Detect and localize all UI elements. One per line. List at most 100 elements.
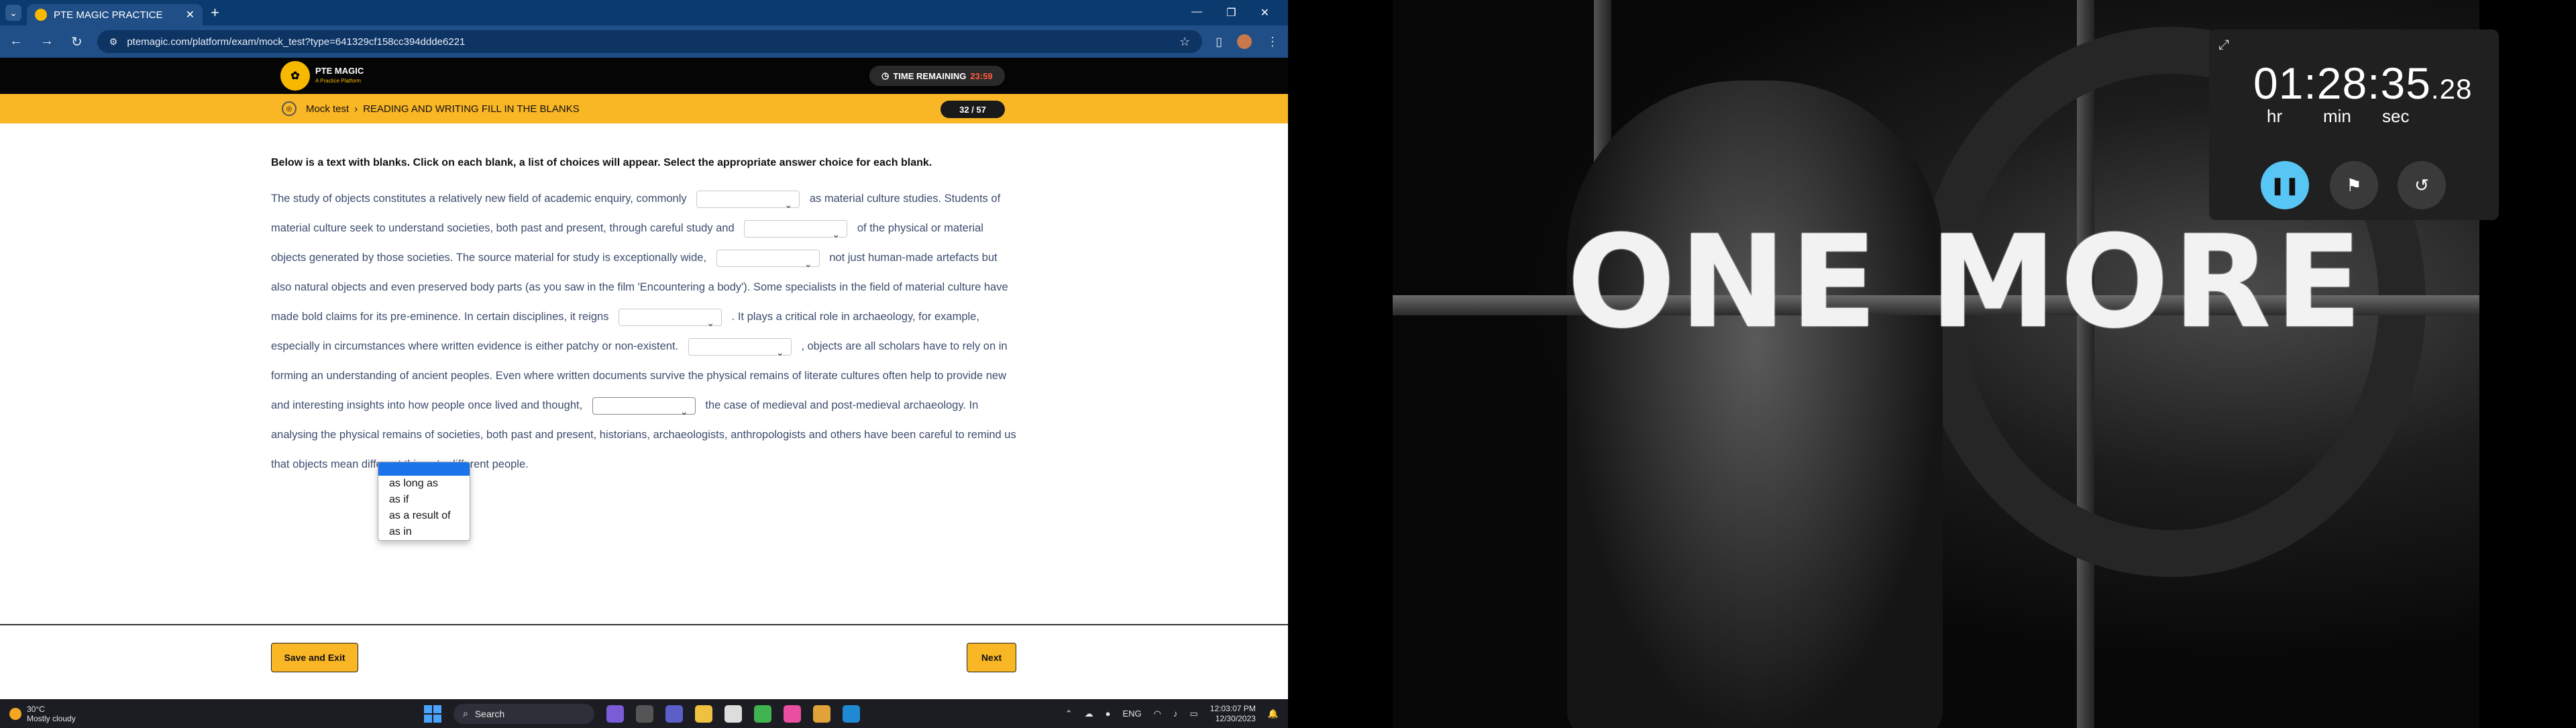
search-label: Search (474, 708, 505, 719)
weather-widget[interactable]: 30°C Mostly cloudy (0, 705, 76, 723)
taskbar: 30°C Mostly cloudy ⌕ Search ⌃ ☁ ● ENG ◠ … (0, 699, 1288, 728)
chevron-up-icon[interactable]: ⌃ (1065, 709, 1073, 719)
compact-view-icon[interactable]: ⤢ (2218, 38, 2229, 53)
site-logo[interactable]: ✿ PTE MAGIC A Practice Platform (280, 61, 364, 91)
reload-icon[interactable]: ↻ (71, 34, 83, 50)
breadcrumb-root[interactable]: Mock test (306, 103, 349, 115)
stopwatch-ms: .28 (2430, 73, 2473, 105)
lifter-silhouette (1567, 81, 1943, 728)
timer-label: TIME REMAINING (893, 70, 967, 81)
system-time: 12:03:07 PM (1210, 703, 1256, 713)
weather-icon (9, 707, 21, 720)
new-tab-icon[interactable]: + (211, 4, 219, 21)
tab-title: PTE MAGIC PRACTICE (54, 9, 163, 21)
favicon-icon (35, 9, 47, 21)
vscode-icon[interactable] (843, 705, 860, 723)
app-icon[interactable] (724, 705, 742, 723)
site-header: ✿ PTE MAGIC A Practice Platform ◷ TIME R… (0, 58, 1288, 94)
clock-icon: ◷ (881, 70, 890, 81)
copilot-icon[interactable] (606, 705, 624, 723)
chrome-canary-icon[interactable] (813, 705, 830, 723)
logo-subtitle: A Practice Platform (315, 78, 362, 84)
search-icon: ⌕ (463, 708, 468, 719)
address-bar-row: ← → ↻ ⚙ ptemagic.com/platform/exam/mock_… (0, 25, 1288, 58)
window-close-icon[interactable]: ✕ (1260, 6, 1269, 19)
breadcrumb-section: READING AND WRITING FILL IN THE BLANKS (363, 103, 580, 115)
breadcrumb: ◎ Mock test › READING AND WRITING FILL I… (0, 94, 1288, 123)
windows-start-icon[interactable] (424, 705, 441, 723)
pause-button[interactable]: ❚❚ (2261, 161, 2309, 209)
blank-select-5[interactable] (688, 337, 792, 367)
blank-select-3[interactable] (716, 249, 820, 278)
dropdown-option[interactable]: as long as (378, 476, 470, 492)
tab-search-icon[interactable]: ⌄ (5, 5, 21, 21)
teams-icon[interactable] (665, 705, 683, 723)
unit-hr: hr (2267, 106, 2283, 126)
file-explorer-icon[interactable] (695, 705, 712, 723)
blank-select-2[interactable] (744, 219, 848, 249)
menu-icon[interactable]: ⋮ (1267, 35, 1279, 49)
blank-dropdown-list[interactable]: as long as as if as a result of as in (378, 462, 470, 541)
url-text: ptemagic.com/platform/exam/mock_test?typ… (127, 36, 466, 48)
onedrive-icon[interactable]: ☁ (1085, 709, 1093, 719)
battery-icon[interactable]: ▭ (1189, 709, 1197, 719)
reset-icon: ↺ (2414, 174, 2429, 195)
volume-icon[interactable]: ♪ (1173, 709, 1178, 719)
system-clock[interactable]: 12:03:07 PM 12/30/2023 (1210, 704, 1256, 724)
footer-divider (0, 624, 1288, 625)
minimize-icon[interactable]: — (1191, 6, 1202, 19)
passage-segment: The study of objects constitutes a relat… (271, 193, 687, 205)
chevron-right-icon: › (354, 103, 358, 115)
dropdown-option[interactable]: as a result of (378, 508, 470, 524)
dropdown-empty-option[interactable] (378, 462, 470, 476)
stopwatch-time: 01:28:35.28 (2253, 58, 2472, 109)
time-remaining: ◷ TIME REMAINING 23:59 (869, 66, 1005, 86)
save-and-exit-button[interactable]: Save and Exit (271, 643, 358, 672)
window-controls: — ❐ ✕ (1191, 6, 1288, 19)
stopwatch-units: hr min sec (2267, 106, 2409, 127)
mic-icon[interactable]: ● (1106, 709, 1111, 719)
logo-text: PTE MAGIC (315, 66, 364, 76)
dropdown-option[interactable]: as in (378, 524, 470, 540)
tab-strip: ⌄ PTE MAGIC PRACTICE ✕ + — ❐ ✕ (0, 0, 1288, 25)
profile-avatar[interactable] (1237, 34, 1252, 49)
language-indicator[interactable]: ENG (1122, 709, 1141, 719)
pause-icon: ❚❚ (2270, 174, 2300, 195)
passage: The study of objects constitutes a relat… (271, 184, 1020, 479)
chrome-profile-icon[interactable] (784, 705, 801, 723)
browser-tab[interactable]: PTE MAGIC PRACTICE ✕ (27, 4, 203, 25)
blank-select-6[interactable] (592, 397, 696, 426)
maximize-icon[interactable]: ❐ (1226, 6, 1236, 19)
question-area: Below is a text with blanks. Click on ea… (271, 154, 1020, 479)
site-info-icon[interactable]: ⚙ (109, 36, 118, 48)
back-icon[interactable]: ← (9, 34, 23, 50)
question-progress: 32 / 57 (941, 101, 1005, 118)
next-button[interactable]: Next (967, 643, 1016, 672)
blank-select-1[interactable] (696, 190, 800, 219)
system-tray: ⌃ ☁ ● ENG ◠ ♪ ▭ 12:03:07 PM 12/30/2023 🔔 (1065, 704, 1279, 724)
blank-select-4[interactable] (619, 308, 722, 337)
dropdown-option[interactable]: as if (378, 492, 470, 508)
wifi-icon[interactable]: ◠ (1154, 709, 1161, 719)
stopwatch-main: 01:28:35 (2253, 58, 2431, 108)
motivational-text: ONE MORE (1567, 208, 2367, 356)
close-icon[interactable]: ✕ (186, 8, 195, 21)
forward-icon[interactable]: → (40, 34, 54, 50)
sidebar-icon[interactable]: ▯ (1216, 35, 1222, 49)
taskbar-search[interactable]: ⌕ Search (453, 703, 594, 724)
reset-button[interactable]: ↺ (2398, 161, 2446, 209)
flag-icon: ⚑ (2346, 174, 2362, 195)
instruction-text: Below is a text with blanks. Click on ea… (271, 157, 932, 168)
system-date: 12/30/2023 (1215, 713, 1256, 723)
target-icon: ◎ (282, 101, 297, 116)
bookmark-star-icon[interactable]: ☆ (1179, 35, 1190, 49)
url-field[interactable]: ⚙ ptemagic.com/platform/exam/mock_test?t… (97, 30, 1203, 53)
lap-button[interactable]: ⚑ (2330, 161, 2378, 209)
weather-desc: Mostly cloudy (27, 713, 76, 723)
chrome-icon[interactable] (754, 705, 771, 723)
weather-temp: 30°C (27, 704, 45, 714)
browser-window: ⌄ PTE MAGIC PRACTICE ✕ + — ❐ ✕ ← → ↻ ⚙ p… (0, 0, 1288, 699)
logo-icon: ✿ (280, 61, 310, 91)
notification-bell-icon[interactable]: 🔔 (1268, 709, 1279, 719)
task-view-icon[interactable] (636, 705, 653, 723)
